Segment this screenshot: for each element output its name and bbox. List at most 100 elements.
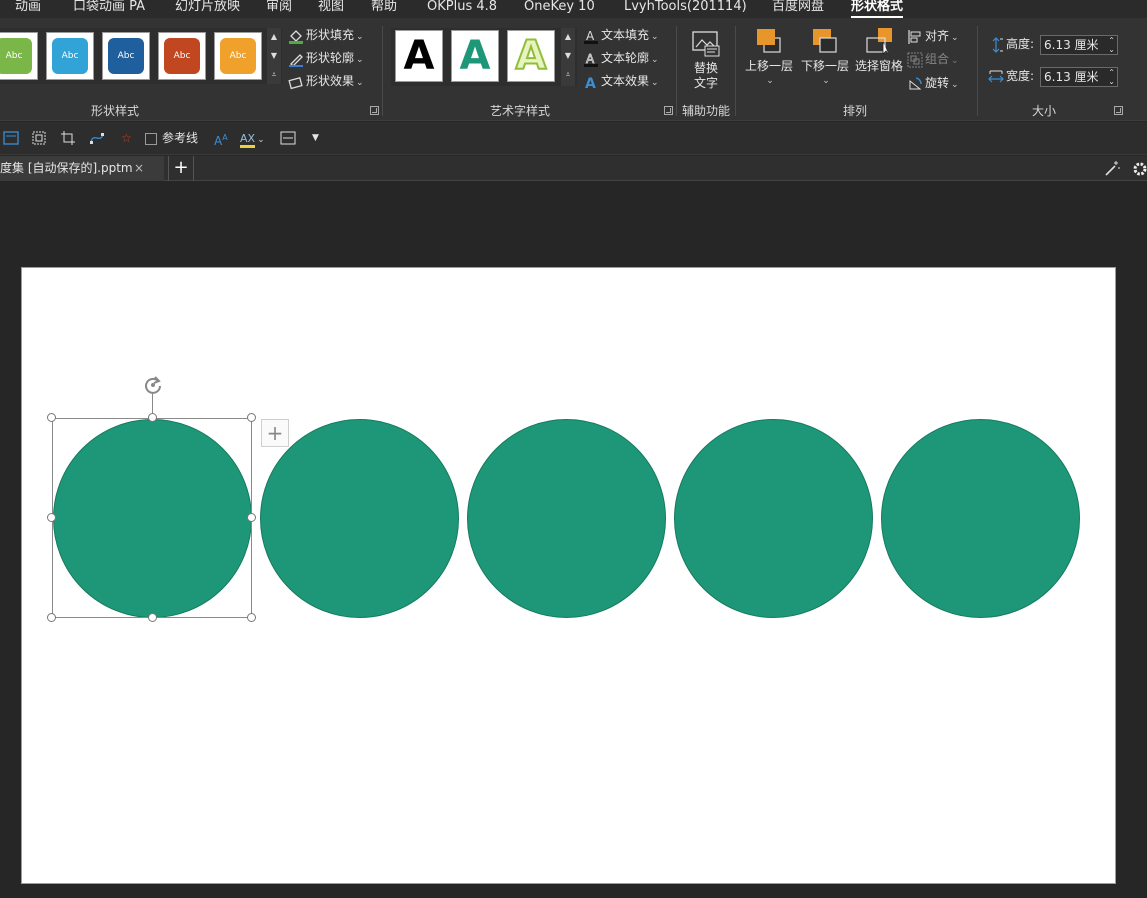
resize-handle[interactable] <box>148 413 157 422</box>
spin-arrows-icon[interactable]: ⌃ ⌄ <box>1108 68 1115 86</box>
shape-style-swatch[interactable]: Abc <box>158 32 206 80</box>
text-effects-button[interactable]: A 文本效果 ⌄ <box>583 71 659 92</box>
rotate-button[interactable]: 旋转 ⌄ <box>907 73 959 93</box>
shape-effects-button[interactable]: 形状效果 ⌄ <box>288 71 364 91</box>
menu-bar: 动画 口袋动画 PA 幻灯片放映 审阅 视图 帮助 OKPlus 4.8 One… <box>0 0 1147 18</box>
shape-style-swatch[interactable]: Abc <box>102 32 150 80</box>
svg-text:A: A <box>585 76 596 90</box>
alt-text-icon <box>692 31 720 57</box>
tab-help[interactable]: 帮助 <box>371 0 397 18</box>
spin-arrows-icon[interactable]: ⌃ ⌄ <box>1108 36 1115 54</box>
dialog-launcher-icon[interactable] <box>370 106 379 115</box>
height-label: 高度: <box>988 34 1034 54</box>
chevron-down-icon: ⌄ <box>951 33 959 43</box>
circle-shape[interactable] <box>881 419 1080 618</box>
paint-bucket-icon <box>288 28 304 44</box>
group-label-shape-styles: 形状样式 <box>90 104 139 118</box>
rotate-icon <box>907 76 923 92</box>
tab-baidu-netdisk[interactable]: 百度网盘 <box>772 0 824 18</box>
tab-review[interactable]: 审阅 <box>266 0 292 18</box>
alt-text-button[interactable]: 替换 文字 <box>684 30 728 91</box>
wordart-sample-teal[interactable]: A <box>451 30 499 82</box>
resize-handle[interactable] <box>148 613 157 622</box>
resize-handle[interactable] <box>47 513 56 522</box>
text-spacing-icon[interactable]: AA <box>214 130 228 148</box>
bring-forward-button[interactable]: 上移一层 ⌄ <box>742 26 796 89</box>
document-tab[interactable]: 度集 [自动保存的].pptm × <box>0 156 164 181</box>
new-tab-button[interactable]: + <box>168 156 194 181</box>
ribbon: Abc Abc Abc Abc Abc ▲ ▼ ⩡ 形状填充 ⌄ 形状轮廓 ⌄ 形状… <box>0 18 1147 121</box>
selection-pane-button[interactable]: 选择窗格 <box>853 26 905 74</box>
gallery-up-icon[interactable]: ▲ <box>561 28 575 46</box>
text-fill-button[interactable]: A 文本填充 ⌄ <box>583 25 659 45</box>
pen-icon <box>288 51 304 67</box>
align-button[interactable]: 对齐 ⌄ <box>907 26 959 46</box>
text-outline-button[interactable]: A 文本轮廓 ⌄ <box>583 48 659 68</box>
gallery-down-icon[interactable]: ▼ <box>561 47 575 65</box>
width-label: 宽度: <box>988 66 1034 86</box>
table-icon[interactable] <box>280 130 296 146</box>
width-input[interactable]: 6.13 厘米 ⌃ ⌄ <box>1040 67 1118 87</box>
settings-gear-icon[interactable] <box>1131 160 1147 182</box>
align-left-icon <box>907 29 923 45</box>
resize-handle[interactable] <box>47 413 56 422</box>
shape-style-swatch[interactable]: Abc <box>46 32 94 80</box>
circle-shape[interactable] <box>260 419 459 618</box>
select-region-icon[interactable] <box>31 130 47 146</box>
chevron-down-icon: ⌄ <box>651 78 659 88</box>
svg-text:A: A <box>586 29 595 43</box>
gallery-more-icon[interactable]: ⩡ <box>267 66 281 84</box>
text-highlight-button[interactable]: AX ⌄ <box>240 130 265 148</box>
resize-handle[interactable] <box>247 613 256 622</box>
shape-outline-button[interactable]: 形状轮廓 ⌄ <box>288 48 364 68</box>
tab-shape-format[interactable]: 形状格式 <box>851 0 904 18</box>
slide-canvas[interactable]: + <box>21 267 1116 884</box>
rotate-handle-icon[interactable] <box>142 374 164 396</box>
gallery-up-icon[interactable]: ▲ <box>267 28 281 46</box>
group-label-accessibility: 辅助功能 <box>681 104 730 118</box>
shape-style-swatch[interactable]: Abc <box>0 32 38 80</box>
selection-box <box>52 418 252 618</box>
height-input[interactable]: 6.13 厘米 ⌃ ⌄ <box>1040 35 1118 55</box>
guides-toggle[interactable]: 参考线 <box>145 130 198 146</box>
document-tab-bar: 度集 [自动保存的].pptm × + <box>0 156 1147 181</box>
shape-style-gallery: Abc Abc Abc Abc Abc ▲ ▼ ⩡ <box>0 28 282 84</box>
close-icon[interactable]: × <box>134 156 148 181</box>
svg-text:A: A <box>586 52 595 66</box>
send-backward-button[interactable]: 下移一层 ⌄ <box>798 26 852 89</box>
tab-animations[interactable]: 动画 <box>15 0 41 18</box>
wordart-sample-outline[interactable]: A <box>507 30 555 82</box>
resize-handle[interactable] <box>247 413 256 422</box>
app-window: 动画 口袋动画 PA 幻灯片放映 审阅 视图 帮助 OKPlus 4.8 One… <box>0 0 1147 898</box>
group-label-size: 大小 <box>1031 104 1056 118</box>
resize-handle[interactable] <box>247 513 256 522</box>
tab-pocket-animation[interactable]: 口袋动画 PA <box>73 0 145 18</box>
tab-lvyhtools[interactable]: LvyhTools(201114) <box>624 0 747 18</box>
edit-points-icon[interactable] <box>89 130 105 146</box>
chevron-down-icon: ⌄ <box>356 78 364 88</box>
star-icon[interactable]: ☆ <box>121 130 132 146</box>
resize-handle[interactable] <box>47 613 56 622</box>
tab-onekey[interactable]: OneKey 10 <box>524 0 595 18</box>
dialog-launcher-icon[interactable] <box>664 106 673 115</box>
slide-layout-icon[interactable] <box>3 130 19 146</box>
circle-shape[interactable] <box>674 419 873 618</box>
tab-okplus[interactable]: OKPlus 4.8 <box>427 0 497 18</box>
checkbox-icon[interactable] <box>145 132 157 145</box>
group-icon <box>907 52 923 68</box>
wordart-sample-black[interactable]: A <box>395 30 443 82</box>
gallery-down-icon[interactable]: ▼ <box>267 47 281 65</box>
customize-toolbar-icon[interactable]: ▼ <box>312 130 319 146</box>
group-button[interactable]: 组合 ⌄ <box>907 49 959 69</box>
tab-view[interactable]: 视图 <box>318 0 344 18</box>
shape-fill-button[interactable]: 形状填充 ⌄ <box>288 25 364 45</box>
layout-options-button[interactable]: + <box>261 419 289 447</box>
shape-style-swatch[interactable]: Abc <box>214 32 262 80</box>
gallery-more-icon[interactable]: ⩡ <box>561 66 575 84</box>
dialog-launcher-icon[interactable] <box>1114 106 1123 115</box>
crop-region-icon[interactable] <box>60 130 76 146</box>
circle-shape[interactable] <box>467 419 666 618</box>
tab-slideshow[interactable]: 幻灯片放映 <box>175 0 240 18</box>
magic-wand-icon[interactable] <box>1103 160 1121 182</box>
chevron-down-icon: ⌄ <box>356 32 364 42</box>
